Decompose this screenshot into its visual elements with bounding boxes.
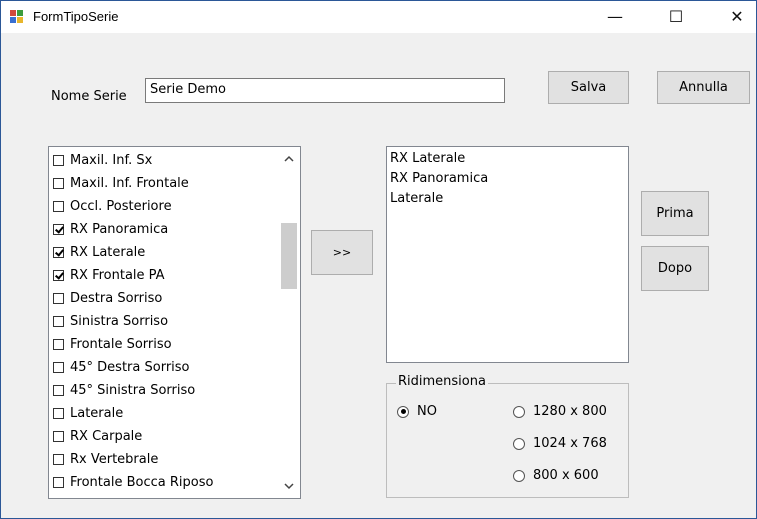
window-title: FormTipoSerie: [33, 9, 119, 24]
radio-circle[interactable]: [513, 469, 525, 482]
checklist-item-label: RX Panoramica: [70, 221, 169, 237]
radio-label: 1024 x 768: [533, 436, 607, 451]
checklist-item-label: 45° Destra Sorriso: [70, 359, 190, 375]
radio-label: 1280 x 800: [533, 404, 607, 419]
checklist-item[interactable]: Frontale Bocca Riposo: [53, 471, 213, 493]
checklist-item-label: Destra Sorriso: [70, 290, 163, 306]
selected-series-list[interactable]: RX Laterale RX Panoramica Laterale: [386, 146, 629, 363]
save-button[interactable]: Salva: [548, 71, 629, 104]
checkbox[interactable]: [53, 476, 64, 488]
scroll-down-icon[interactable]: [283, 480, 295, 492]
checklist-item[interactable]: Frontale Sorriso: [53, 333, 172, 355]
checkbox[interactable]: [53, 200, 64, 212]
checkbox[interactable]: [53, 315, 64, 327]
resize-group-title: Ridimensiona: [396, 374, 488, 389]
radio-circle[interactable]: [513, 437, 525, 450]
checklist-item-label: Sinistra Sorriso: [70, 313, 169, 329]
checklist-item-label: RX Frontale PA: [70, 267, 165, 283]
checklist-item-label: 45° Sinistra Sorriso: [70, 382, 196, 398]
checklist-item[interactable]: RX Laterale: [53, 241, 145, 263]
checklist-item-label: RX Laterale: [70, 244, 146, 260]
checkbox[interactable]: [53, 292, 64, 304]
checklist-item-label: Frontale Bocca Riposo: [70, 474, 214, 490]
checklist-item[interactable]: Occl. Posteriore: [53, 195, 172, 217]
checklist-item-label: Occl. Posteriore: [70, 198, 172, 214]
resize-groupbox: Ridimensiona NO 1280 x 800 1024 x 768 800 x…: [386, 374, 629, 498]
checkbox[interactable]: [53, 430, 64, 442]
resize-option-radio[interactable]: 1024 x 768: [513, 436, 607, 451]
title-bar[interactable]: FormTipoSerie — ☐ ✕: [1, 1, 756, 33]
checklist-item-label: Rx Vertebrale: [70, 451, 159, 467]
checkbox[interactable]: [53, 223, 64, 235]
checklist-item[interactable]: Laterale: [53, 402, 123, 424]
checkbox[interactable]: [53, 338, 64, 350]
close-button[interactable]: ✕: [714, 1, 756, 33]
checkbox[interactable]: [53, 361, 64, 373]
radio-label: NO: [417, 404, 437, 419]
move-after-button[interactable]: Dopo: [641, 246, 709, 291]
checklist-item[interactable]: Maxil. Inf. Sx: [53, 149, 152, 171]
app-icon: [10, 10, 25, 24]
move-before-button[interactable]: Prima: [641, 191, 709, 236]
checklist-item[interactable]: Maxil. Inf. Frontale: [53, 172, 189, 194]
checkbox[interactable]: [53, 246, 64, 258]
scroll-up-icon[interactable]: [283, 153, 295, 165]
checklist-item[interactable]: 45° Sinistra Sorriso: [53, 379, 195, 401]
checkbox[interactable]: [53, 453, 64, 465]
radio-circle[interactable]: [513, 405, 525, 418]
checklist-item[interactable]: 45° Destra Sorriso: [53, 356, 190, 378]
checklist-item-label: RX Carpale: [70, 428, 143, 444]
checklist-item[interactable]: Sinistra Sorriso: [53, 310, 168, 332]
list-item[interactable]: RX Panoramica: [390, 169, 488, 189]
checklist-item[interactable]: RX Carpale: [53, 425, 142, 447]
resize-option-radio[interactable]: 1280 x 800: [513, 404, 607, 419]
list-item[interactable]: Laterale: [390, 189, 443, 209]
checkbox[interactable]: [53, 154, 64, 166]
radio-circle[interactable]: [397, 405, 409, 418]
form-window: FormTipoSerie — ☐ ✕ Nome Serie Serie Dem…: [0, 0, 757, 519]
maximize-button[interactable]: ☐: [653, 1, 699, 33]
add-selected-button[interactable]: >>: [311, 230, 373, 275]
checklist-item-label: Maxil. Inf. Frontale: [70, 175, 189, 191]
checklist-item[interactable]: Rx Vertebrale: [53, 448, 158, 470]
checkbox[interactable]: [53, 384, 64, 396]
checklist-item-label: Laterale: [70, 405, 124, 421]
checkbox[interactable]: [53, 177, 64, 189]
resize-option-radio[interactable]: NO: [397, 404, 437, 419]
list-item[interactable]: RX Laterale: [390, 149, 465, 169]
checklist-item-label: Maxil. Inf. Sx: [70, 152, 153, 168]
checklist-item[interactable]: RX Panoramica: [53, 218, 168, 240]
checkbox[interactable]: [53, 269, 64, 281]
series-name-label: Nome Serie: [51, 89, 127, 104]
radio-label: 800 x 600: [533, 468, 599, 483]
minimize-button[interactable]: —: [592, 1, 638, 33]
checkbox[interactable]: [53, 407, 64, 419]
image-type-checklist[interactable]: Maxil. Inf. Sx Maxil. Inf. Frontale Occl. …: [48, 146, 301, 499]
resize-option-radio[interactable]: 800 x 600: [513, 468, 599, 483]
series-name-input[interactable]: Serie Demo: [145, 78, 505, 103]
checklist-item[interactable]: RX Frontale PA: [53, 264, 165, 286]
checklist-item[interactable]: Destra Sorriso: [53, 287, 162, 309]
checklist-item-label: Frontale Sorriso: [70, 336, 172, 352]
cancel-button[interactable]: Annulla: [657, 71, 750, 104]
scroll-thumb[interactable]: [281, 223, 297, 289]
checklist-scrollbar[interactable]: [278, 147, 300, 498]
